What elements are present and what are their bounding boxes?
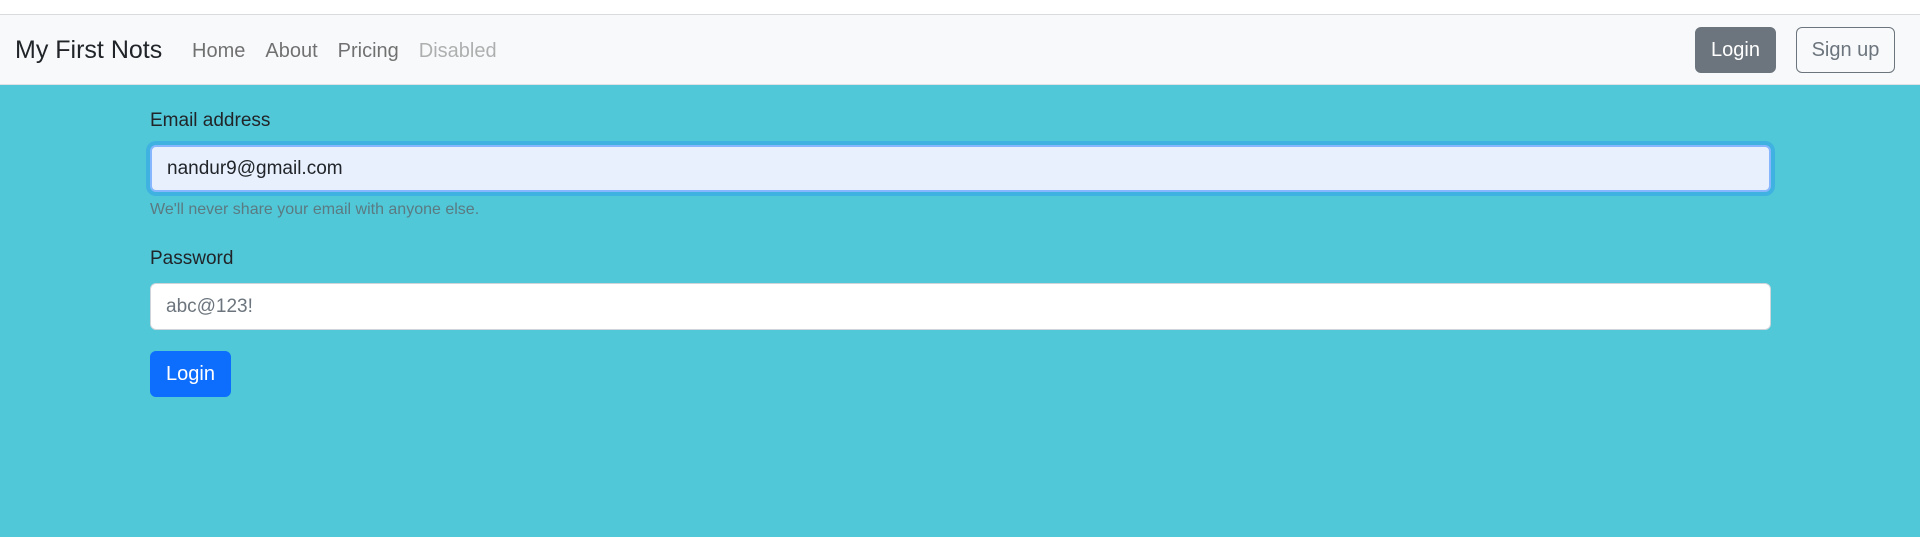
nav-link-home[interactable]: Home: [192, 39, 245, 63]
password-input[interactable]: [150, 283, 1771, 330]
email-label: Email address: [150, 110, 271, 131]
email-help-text: We'll never share your email with anyone…: [150, 201, 480, 218]
browser-bookmarks-strip: [0, 0, 1920, 15]
login-submit-button[interactable]: Login: [150, 351, 231, 397]
nav-link-pricing[interactable]: Pricing: [338, 39, 399, 63]
email-input[interactable]: [150, 145, 1771, 192]
nav-links: Home About Pricing Disabled: [192, 39, 497, 63]
password-label: Password: [150, 248, 234, 269]
navbar-brand[interactable]: My First Nots: [15, 35, 162, 65]
navbar-signup-button[interactable]: Sign up: [1796, 27, 1895, 73]
navbar-login-button[interactable]: Login: [1695, 27, 1776, 73]
nav-link-disabled: Disabled: [418, 40, 497, 62]
nav-link-about[interactable]: About: [265, 39, 317, 63]
navbar: My First Nots Home About Pricing Disable…: [0, 15, 1920, 85]
